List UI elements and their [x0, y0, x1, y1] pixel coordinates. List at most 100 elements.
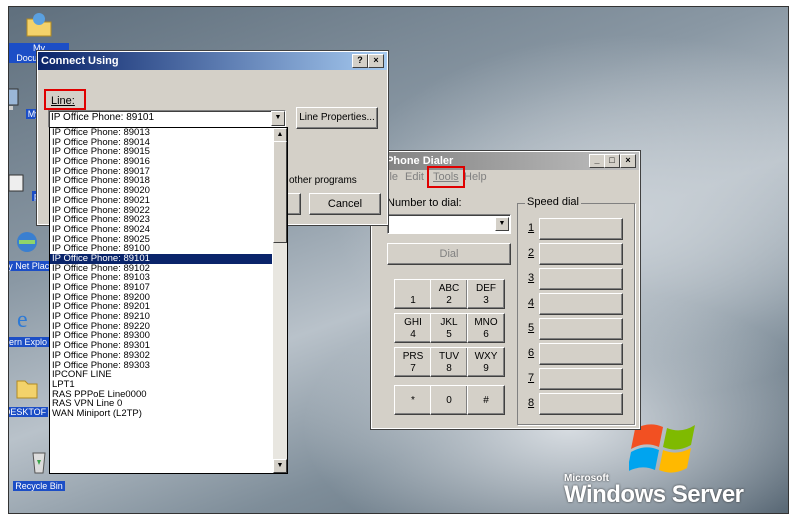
speed-dial-number: 8 [528, 397, 535, 409]
keypad-letters: ABC [438, 283, 460, 294]
speed-dial-button[interactable] [539, 368, 623, 390]
scroll-thumb[interactable] [273, 141, 287, 243]
brand-windows-server: Windows Server [564, 481, 744, 508]
speed-dial-number: 2 [528, 247, 535, 259]
keypad-key[interactable]: DEF 3 [467, 279, 505, 309]
computer-icon [9, 88, 19, 110]
speed-dial-button[interactable] [539, 293, 623, 315]
keypad-key[interactable]: MNO 6 [467, 313, 505, 343]
shortcut-icon [9, 174, 24, 192]
windows-flag-logo [627, 417, 705, 477]
scroll-up-arrow-icon[interactable]: ▲ [273, 128, 287, 142]
desktop-icon-label: My Net Plac [9, 261, 52, 271]
dropdown-scrollbar[interactable]: ▲ ▼ [273, 128, 287, 473]
chevron-down-icon[interactable]: ▼ [495, 217, 509, 231]
keypad-key[interactable]: TUV 8 [430, 347, 468, 377]
line-options: IP Office Phone: 89013 IP Office Phone: 8… [50, 128, 272, 419]
keypad-letters: GHI [404, 317, 422, 328]
svg-text:e: e [17, 307, 28, 333]
keypad-digit: * [411, 395, 415, 406]
number-to-dial-label: Number to dial: [387, 197, 462, 209]
keypad-key[interactable]: 0 [430, 385, 468, 415]
keypad-key[interactable]: GHI 4 [394, 313, 432, 343]
phone-dialer-titlebar: ☎ Phone Dialer _ □ × [372, 152, 639, 170]
speed-dial-button[interactable] [539, 218, 623, 240]
line-properties-label: Line Properties... [299, 112, 375, 123]
windows-flag-icon [627, 424, 695, 473]
line-combobox-value: IP Office Phone: 89101 [51, 112, 155, 123]
keypad-digit: 3 [483, 295, 489, 306]
keypad-letters: MNO [474, 317, 498, 328]
line-dropdown-list[interactable]: IP Office Phone: 89013 IP Office Phone: 8… [49, 127, 288, 474]
folder-documents-icon [26, 13, 52, 37]
close-button[interactable]: × [620, 154, 636, 168]
scroll-down-arrow-icon[interactable]: ▼ [273, 459, 287, 473]
speed-dial-label: Speed dial [525, 196, 581, 208]
keypad-digit: 8 [446, 363, 452, 374]
desktop-icon-label: Recycle Bin [13, 481, 65, 491]
number-to-dial-combobox[interactable]: ▼ [387, 214, 511, 234]
dial-button[interactable]: Dial [387, 243, 511, 265]
speed-dial-button[interactable] [539, 318, 623, 340]
speed-dial-number: 6 [528, 347, 535, 359]
keypad-key[interactable]: 1 [394, 279, 432, 309]
keypad-digit: 7 [410, 363, 416, 374]
menu-help[interactable]: Help [464, 171, 487, 183]
keypad-key[interactable]: # [467, 385, 505, 415]
line-combobox[interactable]: IP Office Phone: 89101 ▼ [48, 110, 286, 128]
help-icon: ? [357, 55, 363, 65]
folder-icon [16, 380, 38, 399]
desktop: My Documents My C put My Net Plac e Inte… [8, 6, 789, 514]
minimize-button[interactable]: _ [589, 154, 605, 168]
keypad-letters: PRS [402, 351, 424, 362]
cancel-button-label: Cancel [327, 198, 363, 210]
cancel-button[interactable]: Cancel [309, 193, 381, 215]
speed-dial-number: 1 [528, 222, 535, 234]
keypad-digit: 4 [410, 329, 416, 340]
speed-dial-button[interactable] [539, 393, 623, 415]
speed-dial-number: 7 [528, 372, 535, 384]
internet-explorer-icon: e [17, 307, 28, 333]
windows-server-brand: Microsoft Windows Server [564, 473, 744, 508]
line-properties-button[interactable]: Line Properties... [296, 107, 378, 129]
keypad-digit: 0 [446, 395, 452, 406]
network-places-icon [17, 232, 37, 252]
keypad-key[interactable]: * [394, 385, 432, 415]
tools-highlight [427, 166, 465, 188]
speed-dial-number: 5 [528, 322, 535, 334]
speed-dial-button[interactable] [539, 268, 623, 290]
keypad-key[interactable]: WXY 9 [467, 347, 505, 377]
menu-file[interactable]: ile [387, 171, 398, 183]
keypad-key[interactable]: JKL 5 [430, 313, 468, 343]
line-option[interactable]: IPCONF LINE [50, 370, 272, 380]
connect-using-title: Connect Using [41, 55, 119, 67]
speed-dial-number: 3 [528, 272, 535, 284]
keypad-digit: 6 [483, 329, 489, 340]
line-option[interactable]: WAN Miniport (L2TP) [50, 409, 272, 419]
dial-button-label: Dial [439, 248, 459, 260]
keypad-key[interactable]: ABC 2 [430, 279, 468, 309]
speed-dial-number: 4 [528, 297, 535, 309]
keypad-letters: TUV [439, 351, 459, 362]
keypad-digit: 9 [483, 363, 489, 374]
close-button[interactable]: × [368, 54, 384, 68]
speed-dial-button[interactable] [539, 343, 623, 365]
help-button[interactable]: ? [352, 54, 368, 68]
desktop-icon-network[interactable]: My Net Plac [9, 227, 55, 271]
line-label-highlight [44, 89, 86, 110]
keypad-letters: JKL [440, 317, 458, 328]
desktop-icon-internet-explorer[interactable]: e Intern Explo [9, 303, 53, 347]
keypad-letters: WXY [474, 351, 498, 362]
keypad-letters: DEF [476, 283, 496, 294]
chevron-down-icon[interactable]: ▼ [271, 111, 285, 126]
speed-dial-button[interactable] [539, 243, 623, 265]
keypad-digit: 2 [446, 295, 452, 306]
menu-edit[interactable]: Edit [405, 171, 424, 183]
maximize-button[interactable]: □ [604, 154, 620, 168]
desktop-icon-label: DESKTOF [9, 407, 49, 417]
keypad-digit: # [483, 395, 489, 406]
keypad-digit: 1 [410, 295, 416, 306]
close-icon: × [373, 55, 379, 65]
keypad-key[interactable]: PRS 7 [394, 347, 432, 377]
desktop-icon-desktop-folder[interactable]: DESKTOF [9, 373, 55, 417]
